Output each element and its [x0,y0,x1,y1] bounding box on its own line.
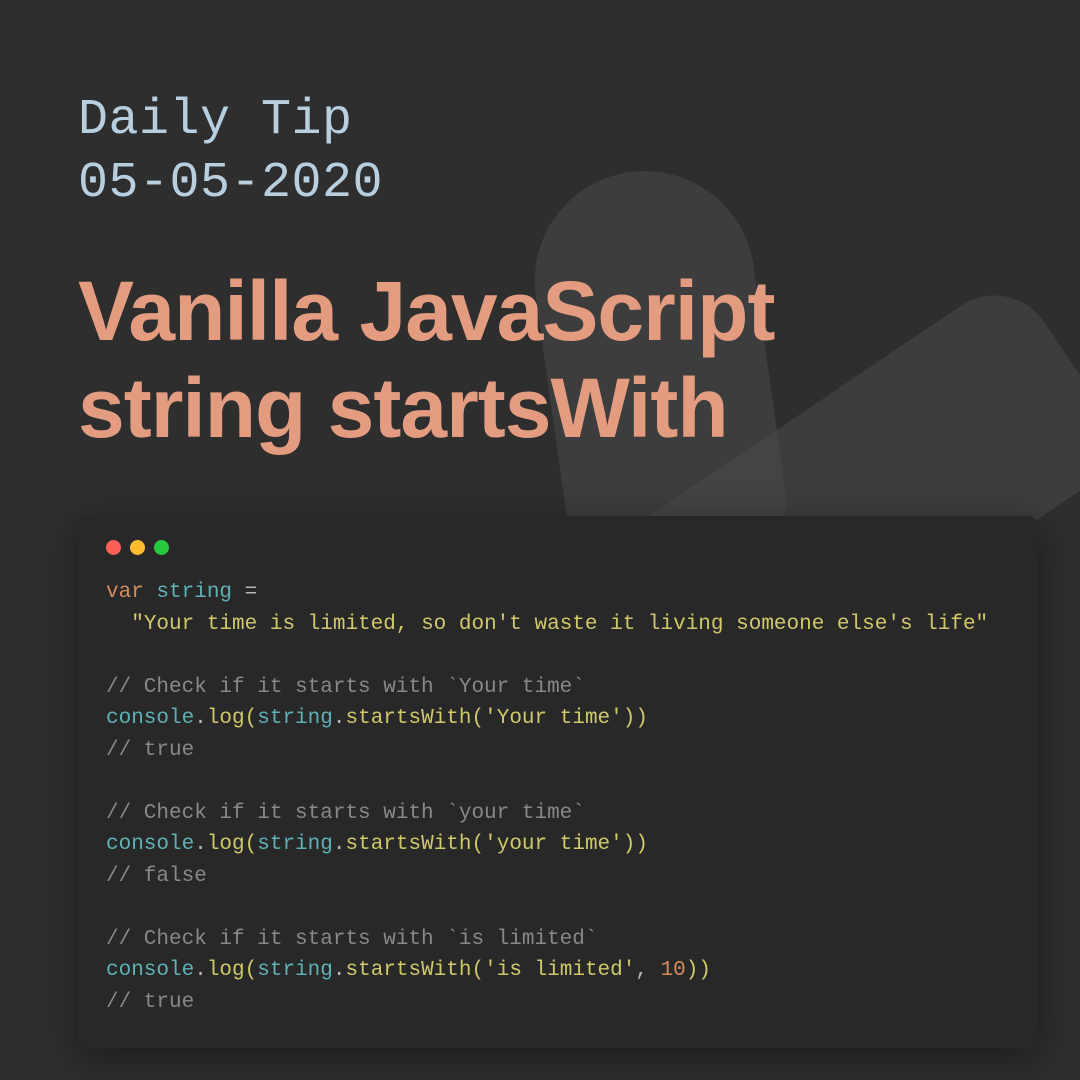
comment: // Check if it starts with `is limited` [106,928,597,951]
identifier: string [156,581,232,604]
code-block: var string = "Your time is limited, so d… [106,577,1010,1018]
subtitle-label: Daily Tip [78,92,353,149]
subtitle-date: 05-05-2020 [78,155,383,212]
identifier: console [106,959,194,982]
method: log [207,707,245,730]
string-literal: 'is limited' [484,959,635,982]
keyword-var: var [106,581,144,604]
string-literal: 'Your time' [484,707,623,730]
page-title: Vanilla JavaScript string startsWith [78,263,1010,456]
string-literal: "Your time is limited, so don't waste it… [131,613,988,636]
identifier: console [106,707,194,730]
identifier: string [257,833,333,856]
maximize-icon [154,540,169,555]
minimize-icon [130,540,145,555]
number-literal: 10 [661,959,686,982]
method: startsWith [345,707,471,730]
comment: // Check if it starts with `Your time` [106,676,585,699]
comment: // false [106,865,207,888]
identifier: console [106,833,194,856]
string-literal: 'your time' [484,833,623,856]
comment: // Check if it starts with `your time` [106,802,585,825]
window-controls [106,540,1010,555]
title-line2: string startsWith [78,361,728,455]
content-area: Daily Tip 05-05-2020 Vanilla JavaScript … [0,0,1080,1048]
method: log [207,833,245,856]
comment: // true [106,991,194,1014]
subtitle: Daily Tip 05-05-2020 [78,90,1010,215]
title-line1: Vanilla JavaScript [78,264,774,358]
identifier: string [257,959,333,982]
method: startsWith [345,959,471,982]
code-window: var string = "Your time is limited, so d… [78,516,1038,1048]
method: log [207,959,245,982]
method: startsWith [345,833,471,856]
comment: // true [106,739,194,762]
close-icon [106,540,121,555]
identifier: string [257,707,333,730]
operator: = [232,581,257,604]
